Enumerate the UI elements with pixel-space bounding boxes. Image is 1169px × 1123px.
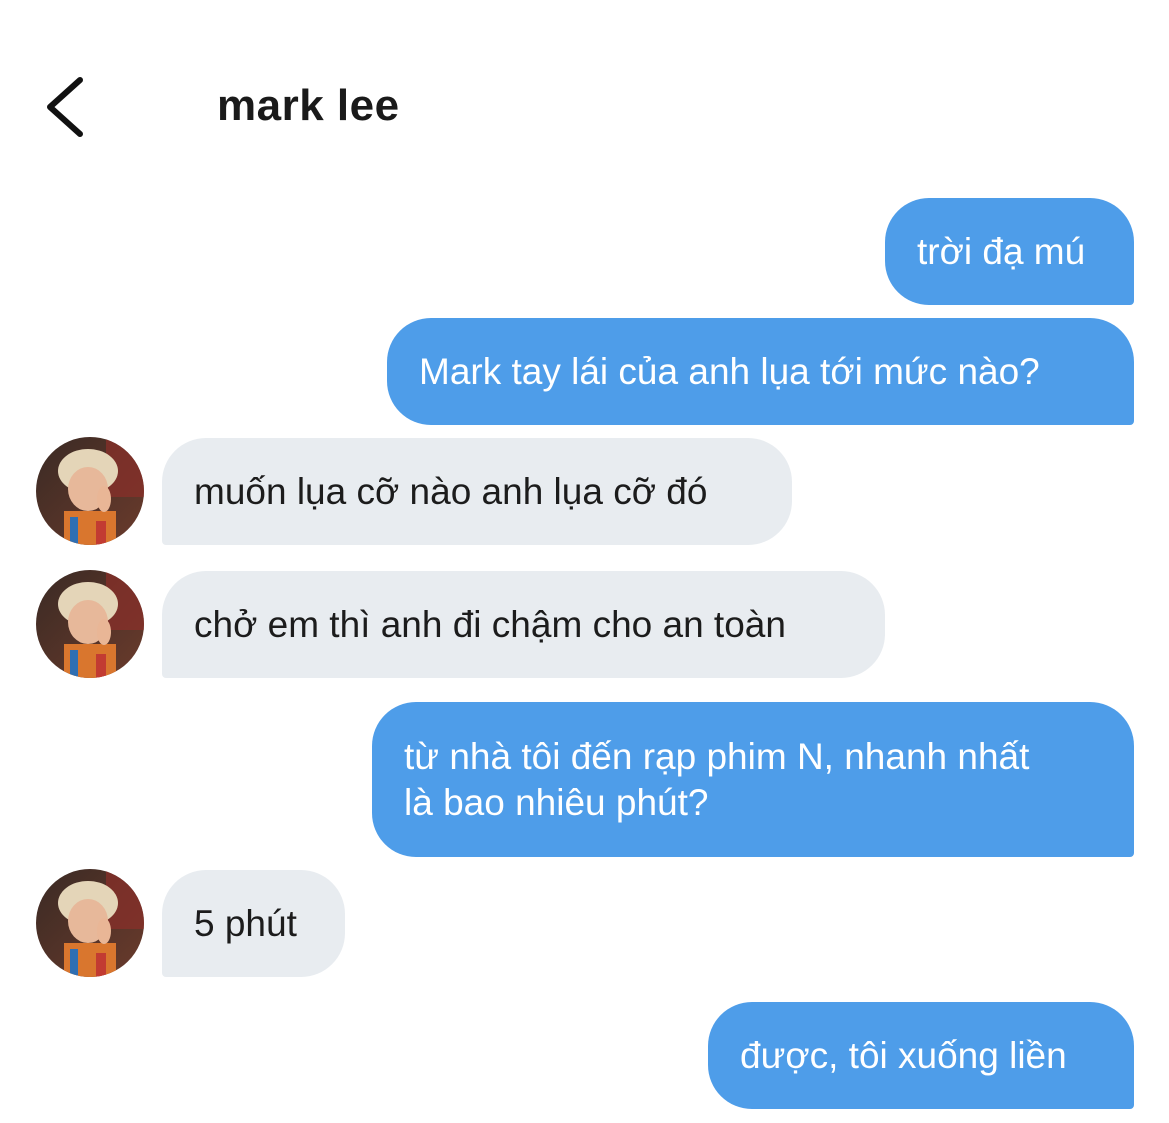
incoming-message[interactable]: chở em thì anh đi chậm cho an toàn — [162, 571, 885, 678]
message-text: được, tôi xuống liền — [740, 1034, 1067, 1076]
contact-name: mark lee — [217, 81, 400, 130]
outgoing-message[interactable]: được, tôi xuống liền — [708, 1002, 1134, 1109]
message-text: muốn lụa cỡ nào anh lụa cỡ đó — [194, 470, 708, 512]
avatar[interactable] — [36, 570, 144, 678]
message-text: 5 phút — [194, 902, 297, 944]
avatar[interactable] — [36, 437, 144, 545]
outgoing-message[interactable]: Mark tay lái của anh lụa tới mức nào? — [387, 318, 1134, 425]
back-button[interactable] — [36, 72, 96, 142]
message-text: chở em thì anh đi chậm cho an toàn — [194, 603, 786, 645]
outgoing-message[interactable]: từ nhà tôi đến rạp phim N, nhanh nhất là… — [372, 702, 1134, 857]
message-text: từ nhà tôi đến rạp phim N, nhanh nhất là… — [404, 735, 1030, 823]
avatar[interactable] — [36, 869, 144, 977]
message-text: trời đạ mú — [917, 230, 1086, 272]
outgoing-message[interactable]: trời đạ mú — [885, 198, 1134, 305]
chevron-left-icon — [36, 72, 96, 142]
incoming-message[interactable]: muốn lụa cỡ nào anh lụa cỡ đó — [162, 438, 792, 545]
chat-header: mark lee — [0, 0, 1169, 170]
message-text: Mark tay lái của anh lụa tới mức nào? — [419, 350, 1040, 392]
incoming-message[interactable]: 5 phút — [162, 870, 345, 977]
